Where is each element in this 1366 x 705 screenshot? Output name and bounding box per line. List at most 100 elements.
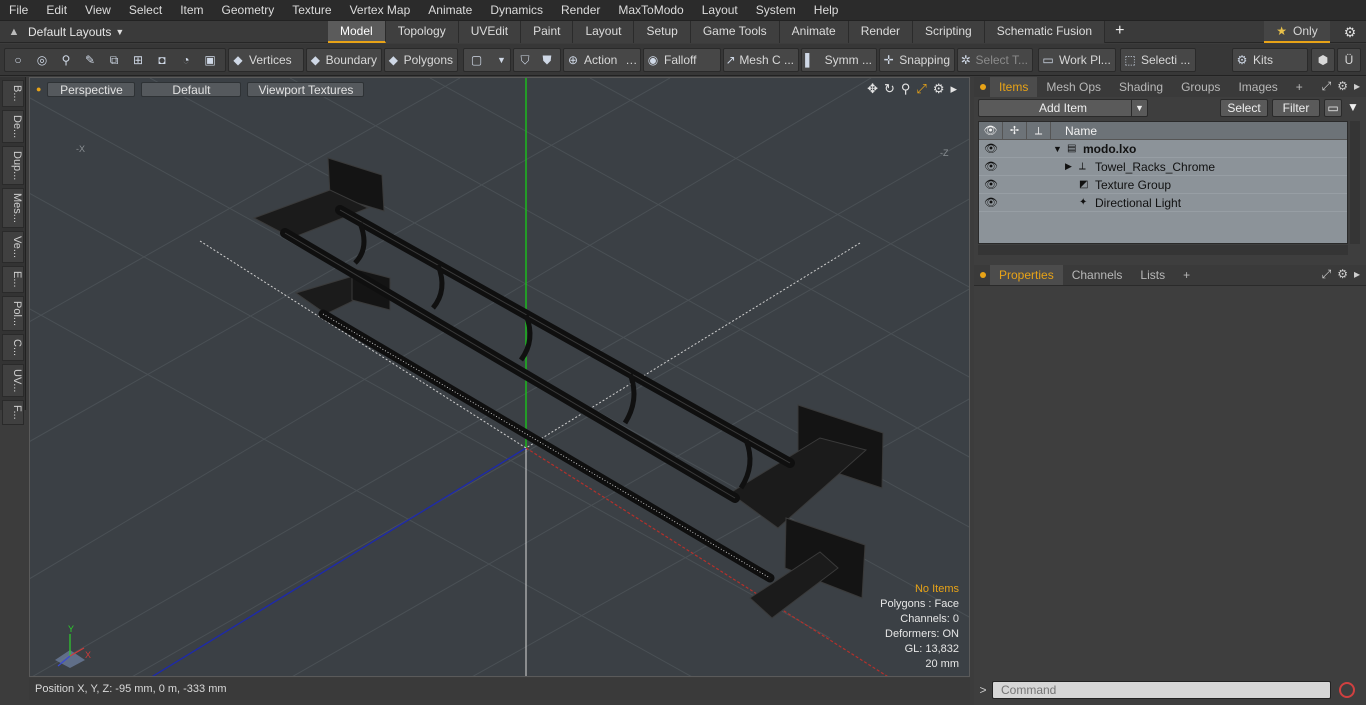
left-tab-vertex[interactable]: Ve... — [2, 231, 24, 264]
menu-animate[interactable]: Animate — [419, 0, 481, 21]
add-tab-plus-icon[interactable]: + — [1105, 21, 1134, 43]
unreal-logo-icon[interactable]: Ü — [1337, 48, 1361, 72]
panel-menu-icon[interactable]: ▸ — [1354, 79, 1360, 94]
layouts-dropdown[interactable]: ▲ Default Layouts ▼ — [0, 21, 125, 43]
viewport-dot-icon[interactable]: ● — [36, 84, 41, 94]
menu-edit[interactable]: Edit — [37, 0, 76, 21]
maximize-icon[interactable]: ⤢ — [916, 81, 926, 97]
left-tab-deform[interactable]: De... — [2, 109, 24, 143]
left-tab-duplicate[interactable]: Dup... — [2, 145, 24, 186]
tab-lists[interactable]: Lists — [1131, 265, 1174, 285]
rotate-view-icon[interactable]: ↻ — [884, 81, 895, 97]
layouts-collapse-icon[interactable]: ▲ — [0, 26, 28, 38]
select-through-button[interactable]: ✲ Select T... — [957, 48, 1033, 72]
eye-icon[interactable]: 👁 — [979, 196, 1003, 209]
tab-render[interactable]: Render — [848, 21, 914, 43]
left-tab-uv[interactable]: UV... — [2, 363, 24, 398]
panel-dot-icon[interactable] — [980, 272, 986, 278]
crosshair-icon[interactable]: ⊞ — [129, 51, 147, 69]
eye-icon[interactable]: 👁 — [979, 142, 1003, 155]
symmetry-button[interactable]: ▌ Symm ... — [801, 48, 877, 72]
funnel-icon[interactable]: ▼ — [1344, 99, 1362, 117]
tab-game-tools[interactable]: Game Tools — [690, 21, 780, 43]
menu-layout[interactable]: Layout — [693, 0, 747, 21]
tab-items[interactable]: Items — [990, 77, 1038, 97]
tab-images[interactable]: Images — [1229, 77, 1286, 97]
pin-icon[interactable]: ⚲ — [57, 51, 75, 69]
left-tab-fusion[interactable]: F... — [2, 400, 24, 425]
action-center-button[interactable]: ⊕ Action… — [563, 48, 641, 72]
record-icon[interactable] — [1339, 682, 1355, 698]
add-panel-tab-icon[interactable]: + — [1174, 265, 1199, 285]
mesh-constraint-button[interactable]: ↗ Mesh C ... — [723, 48, 799, 72]
viewport-play-icon[interactable]: ▸ — [950, 81, 957, 97]
tab-shading[interactable]: Shading — [1110, 77, 1172, 97]
cube-shade-icon[interactable]: ▣ — [201, 51, 219, 69]
vertices-button[interactable]: ◆ Vertices — [228, 48, 304, 72]
panel-gear-icon[interactable]: ⚙ — [1337, 267, 1348, 282]
visibility-column-icon[interactable]: 👁 — [979, 121, 1003, 140]
tab-model[interactable]: Model — [328, 21, 386, 43]
menu-file[interactable]: File — [0, 0, 37, 21]
center-icon[interactable]: ◘ — [153, 51, 171, 69]
lock-column-icon[interactable]: ✢ — [1003, 121, 1027, 140]
select-button[interactable]: Select — [1220, 99, 1268, 117]
panel-gear-icon[interactable]: ⚙ — [1337, 79, 1348, 94]
selection-sets-button[interactable]: ⬚ Selecti ... — [1120, 48, 1196, 72]
menu-select[interactable]: Select — [120, 0, 171, 21]
tab-setup[interactable]: Setup — [634, 21, 691, 43]
kits-button[interactable]: ⚙ Kits — [1232, 48, 1308, 72]
only-toggle[interactable]: ★ Only — [1264, 21, 1330, 43]
shield-alt-icon[interactable]: ⛊ — [538, 51, 556, 69]
menu-dynamics[interactable]: Dynamics — [481, 0, 552, 21]
tab-animate[interactable]: Animate — [779, 21, 849, 43]
polygons-button[interactable]: ◆ Polygons — [384, 48, 458, 72]
tab-topology[interactable]: Topology — [385, 21, 459, 43]
menu-help[interactable]: Help — [805, 0, 848, 21]
panel-menu-icon[interactable]: ▸ — [1354, 267, 1360, 282]
tree-horizontal-scrollbar[interactable] — [978, 245, 1348, 255]
shading-default-dropdown[interactable]: Default — [141, 81, 242, 97]
tab-properties[interactable]: Properties — [990, 265, 1063, 285]
menu-item[interactable]: Item — [171, 0, 212, 21]
tab-groups[interactable]: Groups — [1172, 77, 1229, 97]
snapping-button[interactable]: ✛ Snapping — [879, 48, 955, 72]
pie-icon[interactable]: ◔ — [177, 51, 195, 69]
expand-arrow-icon[interactable]: ▶ — [1053, 161, 1079, 172]
tree-row-scene[interactable]: 👁 ▼ ▤ modo.lxo — [979, 140, 1347, 158]
tab-layout[interactable]: Layout — [573, 21, 635, 43]
expand-panel-icon[interactable]: ⤢ — [1322, 267, 1332, 282]
viewport-gear-icon[interactable]: ⚙ — [933, 81, 945, 97]
eye-icon[interactable]: 👁 — [979, 160, 1003, 173]
perspective-dropdown[interactable]: Perspective — [47, 81, 136, 97]
tab-paint[interactable]: Paint — [521, 21, 574, 43]
tree-vertical-scrollbar[interactable] — [1350, 121, 1360, 244]
left-tab-mesh-edit[interactable]: Mes... — [2, 188, 24, 229]
element-icon[interactable]: ⧉ — [105, 51, 123, 69]
tab-schematic-fusion[interactable]: Schematic Fusion — [984, 21, 1106, 43]
menu-render[interactable]: Render — [552, 0, 609, 21]
axes-column-icon[interactable]: ⟂ — [1027, 121, 1051, 140]
add-item-button[interactable]: Add Item ▼ — [978, 99, 1148, 117]
globe-icon[interactable]: ◎ — [33, 51, 51, 69]
left-tab-basic[interactable]: B... — [2, 80, 24, 107]
name-column-header[interactable]: Name — [1051, 124, 1097, 138]
tab-mesh-ops[interactable]: Mesh Ops — [1037, 77, 1110, 97]
command-input[interactable] — [992, 681, 1331, 699]
tree-row-texture-group[interactable]: 👁 ◩ Texture Group — [979, 176, 1347, 194]
menu-texture[interactable]: Texture — [283, 0, 340, 21]
viewport-textures-dropdown[interactable]: Viewport Textures — [247, 81, 365, 97]
menu-maxtomodo[interactable]: MaxToModo — [609, 0, 692, 21]
left-tab-polygon[interactable]: Pol... — [2, 295, 24, 331]
item-mode-dropdown[interactable]: ▢ ▼ — [463, 48, 511, 72]
filter-button[interactable]: Filter — [1272, 99, 1320, 117]
menu-vertex-map[interactable]: Vertex Map — [341, 0, 420, 21]
cube-logo-icon[interactable]: ⬢ — [1311, 48, 1335, 72]
eye-icon[interactable]: 👁 — [979, 178, 1003, 191]
zoom-view-icon[interactable]: ⚲ — [901, 81, 911, 97]
chevron-down-icon[interactable]: ▼ — [1131, 100, 1147, 116]
circle-select-icon[interactable]: ○ — [9, 51, 27, 69]
boundary-button[interactable]: ◆ Boundary — [306, 48, 382, 72]
collapse-icon[interactable]: ▭ — [1324, 99, 1342, 117]
left-tab-edge[interactable]: E... — [2, 266, 24, 293]
